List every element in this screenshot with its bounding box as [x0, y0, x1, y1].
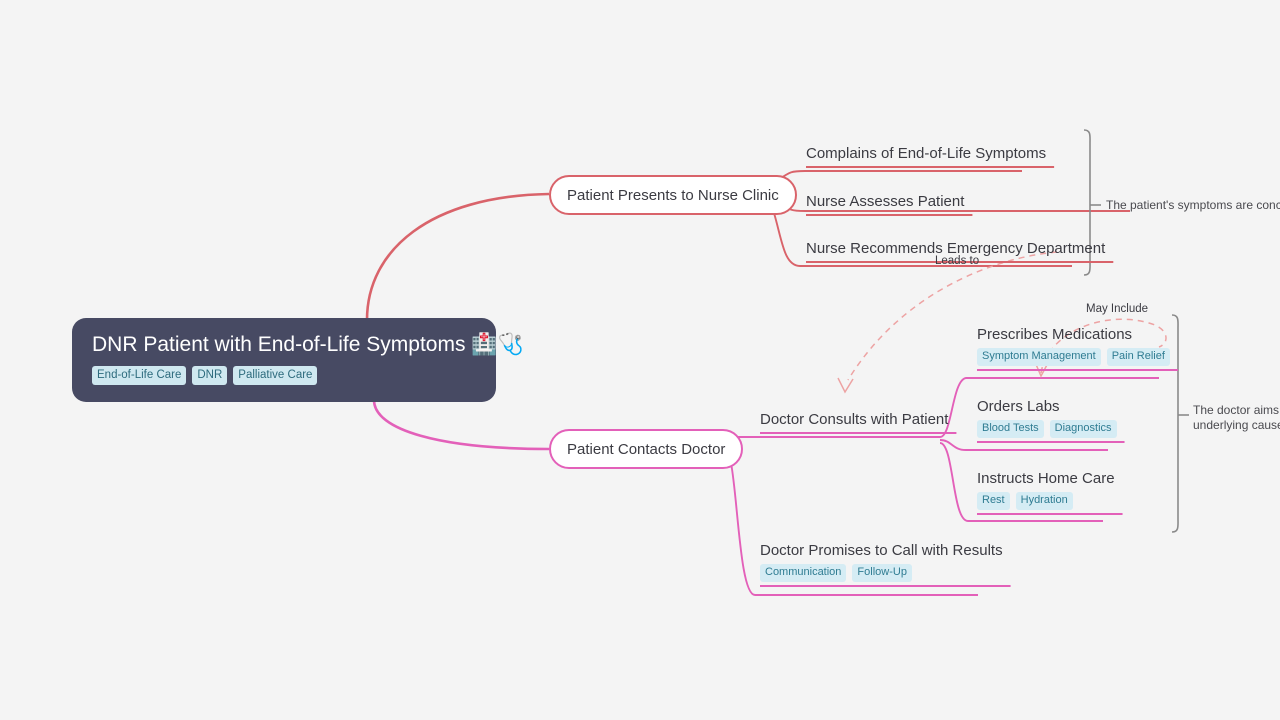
branch-node-nurse-clinic[interactable]: Patient Presents to Nurse Clinic: [549, 175, 797, 215]
root-tag-list: End-of-Life Care DNR Palliative Care: [92, 366, 476, 385]
leaf-tag[interactable]: Blood Tests: [977, 420, 1044, 438]
connector-root-to-contacts-doctor: [372, 399, 550, 451]
root-tag[interactable]: DNR: [192, 366, 228, 385]
mindmap-canvas: DNR Patient with End-of-Life Symptoms 🏥🩺…: [0, 0, 1280, 720]
leaf-tag[interactable]: Follow-Up: [852, 564, 912, 582]
bracket-doctor-group: [1171, 314, 1179, 533]
leaf-title: Prescribes Medications: [977, 326, 1133, 343]
leaf-tag[interactable]: Hydration: [1015, 492, 1073, 510]
leaf-node-instructs-home-care[interactable]: Instructs Home Care Rest Hydration: [977, 469, 1115, 510]
leaf-node-doctor-promises-call[interactable]: Doctor Promises to Call with Results Com…: [760, 541, 1003, 582]
leaf-title: Instructs Home Care: [977, 470, 1115, 487]
leaf-title: Doctor Promises to Call with Results: [760, 542, 1003, 559]
root-tag[interactable]: End-of-Life Care: [92, 366, 187, 385]
branch-node-label: Patient Contacts Doctor: [567, 440, 726, 458]
leaf-tag-list: Symptom Management Pain Relief: [977, 348, 1170, 366]
root-title: DNR Patient with End-of-Life Symptoms 🏥🩺: [92, 333, 524, 356]
connector-root-to-nurse-clinic: [365, 192, 550, 321]
annotation-nurse-group: The patient's symptoms are conce: [1106, 198, 1280, 213]
annotation-doctor-group: The doctor aims underlying cause: [1193, 403, 1280, 433]
leaf-title: Doctor Consults with Patient: [760, 411, 949, 428]
branch-node-label: Patient Presents to Nurse Clinic: [567, 186, 779, 204]
relation-arrowhead-leads-to: [837, 377, 854, 394]
root-tag[interactable]: Palliative Care: [233, 366, 318, 385]
root-node[interactable]: DNR Patient with End-of-Life Symptoms 🏥🩺…: [72, 318, 524, 402]
leaf-tag[interactable]: Rest: [977, 492, 1010, 510]
annotation-text-line-1: The doctor aims: [1193, 403, 1280, 417]
connector-nurse-leaf-1: [774, 170, 1022, 183]
leaf-title: Nurse Assesses Patient: [806, 193, 965, 210]
leaf-tag-list: Blood Tests Diagnostics: [977, 420, 1117, 438]
leaf-node-doctor-consults[interactable]: Doctor Consults with Patient: [760, 410, 948, 429]
connector-consult-sub-2: [939, 439, 1108, 451]
annotation-text-line-2: underlying cause: [1193, 418, 1280, 432]
relation-label-leads-to: Leads to: [935, 255, 980, 267]
leaf-node-prescribes-medications[interactable]: Prescribes Medications Symptom Managemen…: [977, 325, 1170, 366]
leaf-node-nurse-assesses[interactable]: Nurse Assesses Patient: [806, 192, 964, 211]
leaf-tag[interactable]: Pain Relief: [1106, 348, 1170, 366]
annotation-text: The patient's symptoms are conce: [1106, 198, 1280, 212]
relation-label-may-include: May Include: [1086, 303, 1149, 315]
leaf-tag[interactable]: Diagnostics: [1049, 420, 1117, 438]
leaf-title: Complains of End-of-Life Symptoms: [806, 145, 1047, 162]
leaf-tag-list: Communication Follow-Up: [760, 564, 1003, 582]
leaf-node-complains-symptoms[interactable]: Complains of End-of-Life Symptoms: [806, 144, 1046, 163]
leaf-title: Orders Labs: [977, 398, 1060, 415]
leaf-tag[interactable]: Communication: [760, 564, 847, 582]
leaf-node-orders-labs[interactable]: Orders Labs Blood Tests Diagnostics: [977, 397, 1117, 438]
leaf-tag-list: Rest Hydration: [977, 492, 1115, 510]
leaf-tag[interactable]: Symptom Management: [977, 348, 1101, 366]
branch-node-contacts-doctor[interactable]: Patient Contacts Doctor: [549, 429, 744, 469]
